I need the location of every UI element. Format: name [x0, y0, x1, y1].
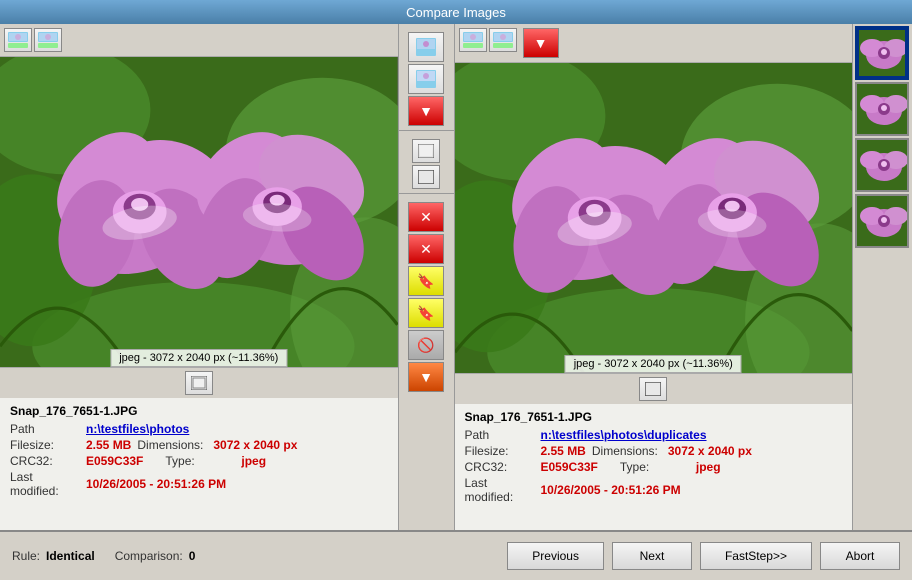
- right-dimensions-label: Dimensions:: [592, 444, 662, 458]
- right-expand-button[interactable]: [639, 377, 667, 401]
- thumbnail-2[interactable]: [855, 82, 909, 136]
- move-right-button[interactable]: ▼: [408, 362, 444, 392]
- abort-button[interactable]: Abort: [820, 542, 900, 570]
- left-filename: Snap_176_7651-1.JPG: [10, 404, 388, 418]
- sync-right-button[interactable]: [408, 64, 444, 94]
- left-image-display: jpeg - 3072 x 2040 px (~11.36%): [0, 57, 398, 367]
- right-type-value: jpeg: [696, 460, 721, 474]
- left-dimensions-value: 3072 x 2040 px: [213, 438, 297, 452]
- right-path-value[interactable]: n:\testfiles\photos\duplicates: [541, 428, 707, 442]
- middle-controls: ▼ ✕ ✕: [399, 24, 455, 530]
- window-title: Compare Images: [406, 5, 506, 20]
- left-type-value: jpeg: [241, 454, 266, 468]
- left-type-label: Type:: [165, 454, 235, 468]
- fit-view-button[interactable]: [412, 139, 440, 163]
- faststep-button[interactable]: FastStep>>: [700, 542, 812, 570]
- rule-status: Rule: Identical: [12, 549, 95, 563]
- right-dimensions-value: 3072 x 2040 px: [668, 444, 752, 458]
- right-image-info: jpeg - 3072 x 2040 px (~11.36%): [565, 355, 742, 373]
- right-image-display: jpeg - 3072 x 2040 px (~11.36%): [455, 63, 853, 373]
- right-filesize-label: Filesize:: [465, 444, 535, 458]
- left-expand-button[interactable]: [185, 371, 213, 395]
- rule-label: Rule:: [12, 549, 40, 563]
- thumbnail-3[interactable]: [855, 138, 909, 192]
- thumbnail-sidebar: [852, 24, 912, 530]
- mark-right-button[interactable]: 🔖: [408, 298, 444, 328]
- status-bar: Rule: Identical Comparison: 0 Previous N…: [0, 530, 912, 580]
- thumbnail-4[interactable]: [855, 194, 909, 248]
- left-crc-value: E059C33F: [86, 454, 143, 468]
- left-crc-label: CRC32:: [10, 454, 80, 468]
- left-panel-top-icons: [0, 24, 398, 57]
- action-buttons: Previous Next FastStep>> Abort: [507, 542, 900, 570]
- right-filesize-value: 2.55 MB: [541, 444, 586, 458]
- right-crc-label: CRC32:: [465, 460, 535, 474]
- left-path-value[interactable]: n:\testfiles\photos: [86, 422, 189, 436]
- right-modified-label: Last modified:: [465, 476, 535, 504]
- expand-view-button[interactable]: [412, 165, 440, 189]
- left-path-label: Path: [10, 422, 80, 436]
- left-modified-value: 10/26/2005 - 20:51:26 PM: [86, 477, 226, 491]
- right-modified-value: 10/26/2005 - 20:51:26 PM: [541, 483, 681, 497]
- comparison-status: Comparison: 0: [115, 549, 196, 563]
- comparison-label: Comparison:: [115, 549, 183, 563]
- right-view-icon-2[interactable]: [489, 28, 517, 52]
- right-file-info: Snap_176_7651-1.JPG Path n:\testfiles\ph…: [455, 404, 853, 512]
- comparison-value: 0: [189, 549, 196, 563]
- delete-right-button[interactable]: ✕: [408, 234, 444, 264]
- right-type-label: Type:: [620, 460, 690, 474]
- right-path-label: Path: [465, 428, 535, 442]
- previous-button[interactable]: Previous: [507, 542, 604, 570]
- no-action-button[interactable]: 🚫: [408, 330, 444, 360]
- left-filesize-label: Filesize:: [10, 438, 80, 452]
- rule-value: Identical: [46, 549, 95, 563]
- left-filesize-value: 2.55 MB: [86, 438, 131, 452]
- delete-left-button[interactable]: ✕: [408, 202, 444, 232]
- left-view-icon-2[interactable]: [34, 28, 62, 52]
- mark-left-button[interactable]: 🔖: [408, 266, 444, 296]
- left-dimensions-label: Dimensions:: [137, 438, 207, 452]
- right-top-down-button[interactable]: ▼: [523, 28, 559, 58]
- right-view-icon-1[interactable]: [459, 28, 487, 52]
- right-panel-top-icons: ▼: [455, 24, 853, 63]
- right-filename: Snap_176_7651-1.JPG: [465, 410, 843, 424]
- next-button[interactable]: Next: [612, 542, 692, 570]
- left-image-info: jpeg - 3072 x 2040 px (~11.36%): [110, 349, 287, 367]
- thumbnail-1[interactable]: [855, 26, 909, 80]
- right-crc-value: E059C33F: [541, 460, 598, 474]
- move-down-button[interactable]: ▼: [408, 96, 444, 126]
- left-file-info: Snap_176_7651-1.JPG Path n:\testfiles\ph…: [0, 398, 398, 506]
- sync-left-button[interactable]: [408, 32, 444, 62]
- left-view-icon-1[interactable]: [4, 28, 32, 52]
- left-modified-label: Last modified:: [10, 470, 80, 498]
